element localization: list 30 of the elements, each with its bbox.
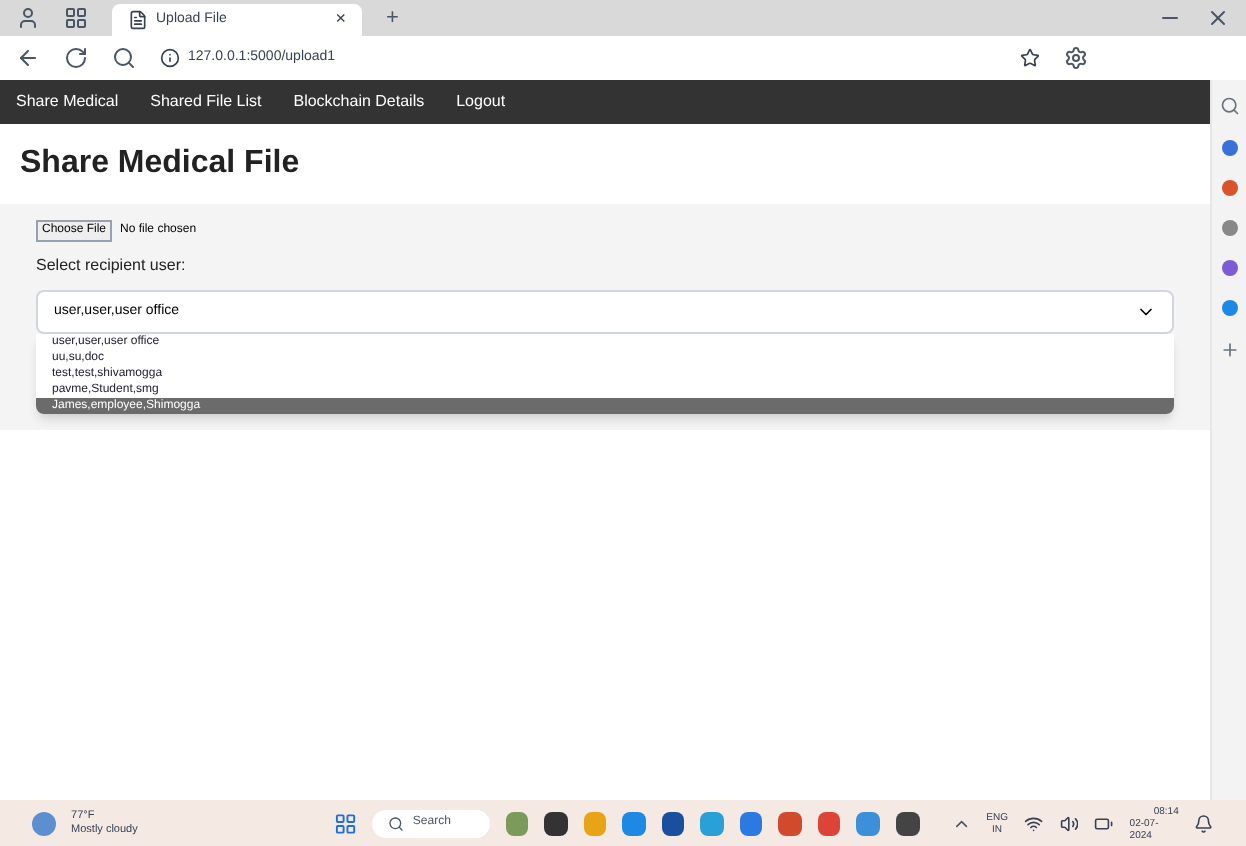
search-icon[interactable] bbox=[112, 46, 136, 70]
reload-icon[interactable] bbox=[64, 46, 88, 70]
back-icon[interactable] bbox=[16, 46, 40, 70]
start-icon[interactable] bbox=[333, 811, 357, 835]
close-icon[interactable] bbox=[1206, 6, 1230, 30]
nav-link[interactable]: Logout bbox=[456, 90, 506, 114]
wifi-icon[interactable] bbox=[1023, 813, 1044, 833]
app-icon[interactable] bbox=[544, 811, 568, 835]
recipient-label: Select recipient user: bbox=[36, 254, 188, 278]
nav-link[interactable]: Blockchain Details bbox=[293, 90, 425, 114]
app-icon[interactable] bbox=[661, 811, 685, 835]
app-icon[interactable] bbox=[895, 811, 920, 835]
nav-link[interactable]: Shared File List bbox=[150, 90, 262, 114]
tab-close[interactable]: × bbox=[335, 6, 346, 34]
new-tab-button[interactable]: + bbox=[386, 1, 399, 35]
nav-link[interactable]: Share Medical bbox=[16, 90, 119, 114]
battery-icon[interactable] bbox=[1094, 813, 1114, 833]
weather-icon bbox=[32, 811, 56, 835]
profile-icon[interactable] bbox=[16, 6, 40, 30]
volume-icon[interactable] bbox=[1059, 813, 1079, 833]
page-icon bbox=[128, 10, 148, 30]
add-icon[interactable] bbox=[1219, 340, 1239, 360]
search-icon bbox=[388, 815, 405, 831]
star-icon[interactable] bbox=[1020, 48, 1040, 68]
search-icon[interactable] bbox=[1219, 96, 1239, 116]
settings-icon[interactable] bbox=[1064, 46, 1088, 70]
workspaces-icon[interactable] bbox=[64, 6, 88, 30]
page-heading: Share Medical File bbox=[20, 144, 300, 184]
bell-icon[interactable] bbox=[1194, 813, 1214, 833]
info-icon bbox=[160, 48, 180, 68]
